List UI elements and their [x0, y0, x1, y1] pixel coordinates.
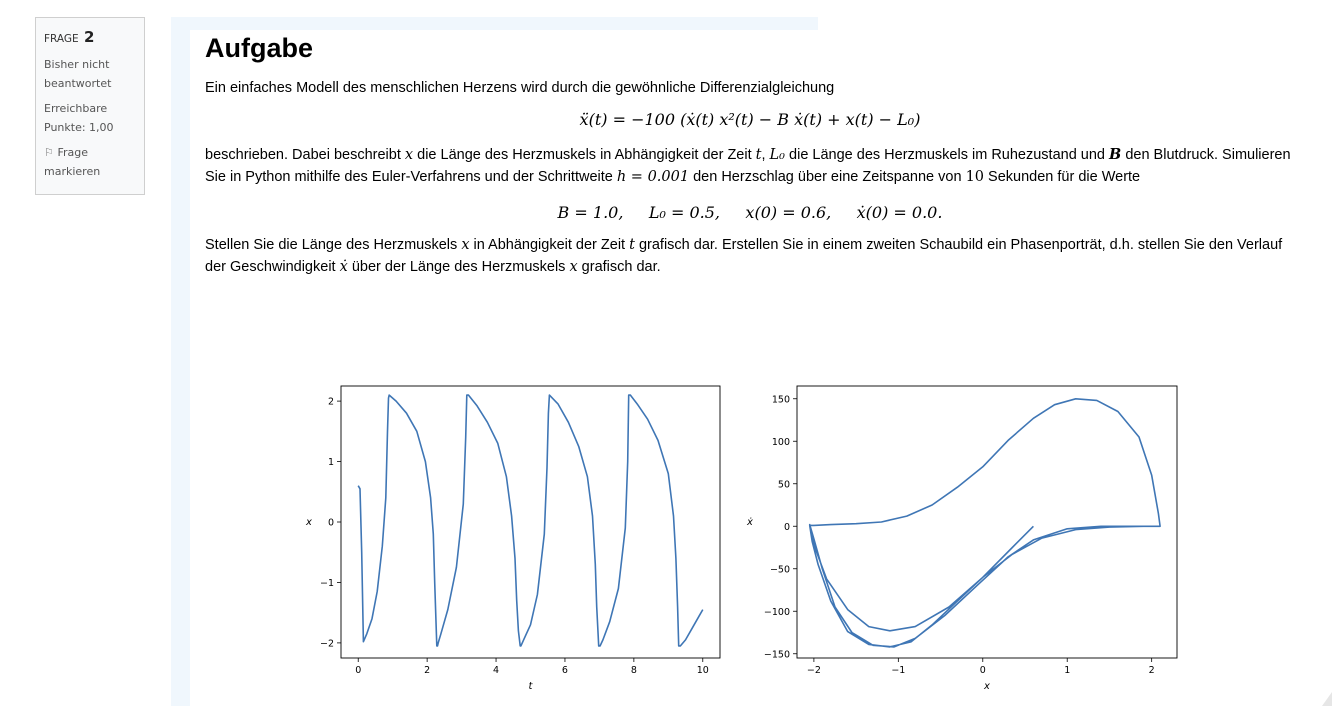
- x-tick-label: 2: [1149, 665, 1155, 676]
- var-x: x: [404, 147, 414, 163]
- y-tick-label: 100: [772, 437, 790, 448]
- ode-equation: ẍ(t) = −100 (ẋ(t) x²(t) − B ẋ(t) + x(t) …: [579, 110, 921, 129]
- desc-text-2: die Länge des Herzmuskels in Abhängigkei…: [417, 147, 752, 163]
- flag-icon: ⚐: [44, 146, 54, 159]
- task-title: Aufgabe: [205, 33, 313, 63]
- desc-text-1: beschrieben. Dabei beschreibt: [205, 147, 401, 163]
- ask-text-1: Stellen Sie die Länge des Herzmuskels: [205, 237, 458, 253]
- x-axis-label: t: [529, 681, 534, 692]
- y-tick-label: 150: [772, 394, 790, 405]
- x-tick-label: −1: [891, 665, 905, 676]
- phase-portrait-plot: −2 −1 0 1 2 −150 −100 −50 0 50 100 150 x ẋ: [746, 385, 1178, 692]
- question-points: Erreichbare Punkte: 1,00: [44, 102, 114, 134]
- y-axis-label: ẋ: [746, 517, 753, 528]
- question-number: FRAGE 2: [44, 28, 136, 49]
- x-tick-label: 10: [697, 665, 709, 676]
- x-axis-label: x: [983, 681, 990, 692]
- y-axis-label: x: [305, 517, 312, 528]
- x-tick-label: 0: [355, 665, 361, 676]
- x-tick-label: −2: [807, 665, 821, 676]
- x-tick-label: 4: [493, 665, 499, 676]
- var-x: x: [461, 237, 470, 253]
- time-series-plot: 0 2 4 6 8 10 −2 −1 0 1 2 t x: [305, 385, 721, 692]
- question-label: FRAGE: [44, 33, 79, 45]
- task-description: beschrieben. Dabei beschreibt x die Läng…: [205, 144, 1295, 188]
- x-tick-label: 2: [424, 665, 430, 676]
- ask-text-2: in Abhängigkeit der Zeit: [473, 237, 626, 253]
- duration-value: 10: [965, 169, 985, 185]
- desc-text-5: den Herzschlag über eine Zeitspanne von: [693, 169, 962, 185]
- step-size: h = 0.001: [616, 169, 690, 185]
- task-intro: Ein einfaches Modell des menschlichen He…: [205, 80, 835, 96]
- question-status: Bisher nicht beantwortet: [44, 58, 112, 90]
- var-t: t: [629, 237, 635, 253]
- y-tick-label: −50: [770, 564, 790, 575]
- var-xdot: ẋ: [339, 259, 348, 275]
- parameter-values: B = 1.0, L₀ = 0.5, x(0) = 0.6, ẋ(0) = 0.…: [557, 203, 943, 222]
- question-text: Aufgabe Ein einfaches Modell des menschl…: [205, 30, 1295, 278]
- var-L0: L₀: [769, 147, 785, 163]
- y-tick-label: −1: [320, 578, 334, 589]
- var-B: B: [1109, 146, 1122, 163]
- y-tick-label: −150: [764, 649, 790, 660]
- phase-portrait-chart: −2 −1 0 1 2 −150 −100 −50 0 50 100 150 x ẋ: [740, 378, 1190, 703]
- desc-text-6: Sekunden für die Werte: [988, 169, 1141, 185]
- x-tick-label: 8: [631, 665, 637, 676]
- var-x: x: [569, 259, 578, 275]
- ask-text-4: über der Länge des Herzmuskels: [351, 259, 566, 275]
- task-assignment: Stellen Sie die Länge des Herzmuskels x …: [205, 234, 1295, 278]
- time-series-chart: 0 2 4 6 8 10 −2 −1 0 1 2 t x: [295, 378, 735, 703]
- comma: ,: [761, 147, 766, 163]
- y-tick-label: 2: [328, 397, 334, 408]
- flag-question-link[interactable]: ⚐ Frage markieren: [44, 143, 136, 181]
- x-tick-label: 6: [562, 665, 568, 676]
- y-tick-label: 0: [784, 522, 790, 533]
- y-tick-label: −2: [320, 638, 334, 649]
- plot-frame: [340, 385, 721, 659]
- question-number-value: 2: [84, 28, 95, 46]
- ask-text-5: grafisch dar.: [581, 259, 661, 275]
- x-tick-label: 0: [980, 665, 986, 676]
- question-info-card: FRAGE 2 Bisher nicht beantwortet Erreich…: [35, 17, 145, 195]
- plot-frame: [796, 385, 1178, 659]
- desc-text-3: die Länge des Herzmuskels im Ruhezustand…: [789, 147, 1105, 163]
- y-tick-label: 0: [328, 518, 334, 529]
- resize-corner: [1322, 692, 1332, 706]
- y-tick-label: 50: [778, 479, 790, 490]
- y-tick-label: −100: [764, 607, 790, 618]
- x-tick-label: 1: [1064, 665, 1070, 676]
- y-tick-label: 1: [328, 457, 334, 468]
